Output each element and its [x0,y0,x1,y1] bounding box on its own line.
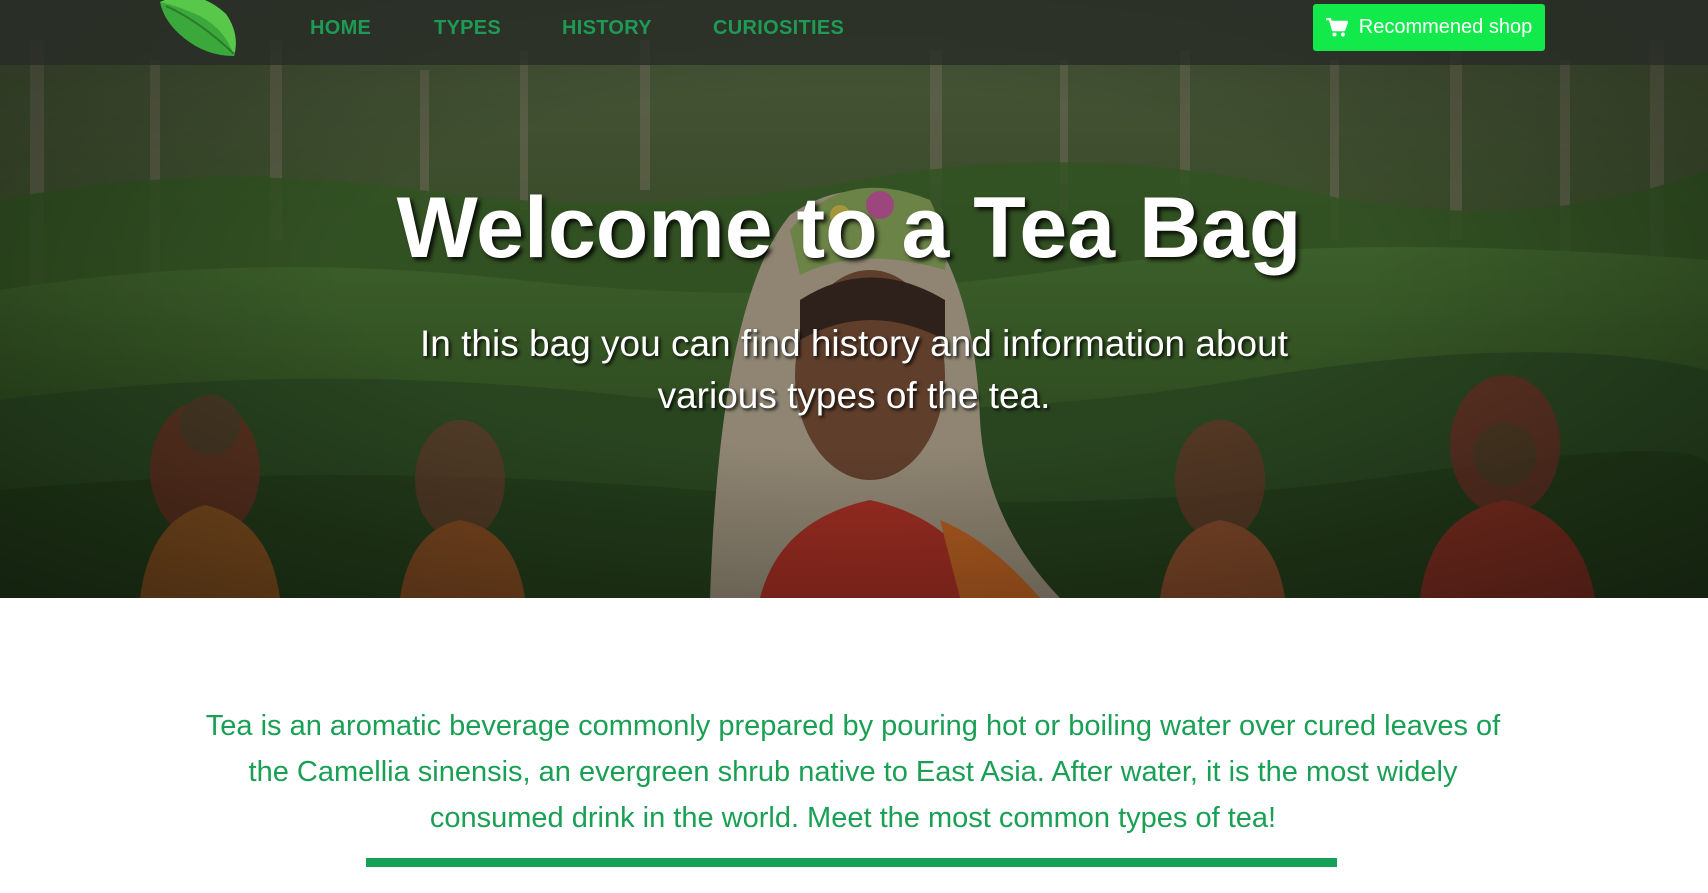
nav-home-link[interactable]: HOME [310,17,371,40]
hero-subtitle: In this bag you can find history and inf… [420,323,1288,416]
section-divider [366,858,1337,867]
nav-history-link[interactable]: HISTORY [562,17,652,40]
page: HOME TYPES HISTORY CURIOSITIES Recommene… [0,0,1708,893]
shopping-cart-icon [1325,17,1348,36]
nav-curiosities-link[interactable]: CURIOSITIES [713,17,844,40]
intro-paragraph: Tea is an aromatic beverage commonly pre… [205,710,1501,834]
recommended-shop-button[interactable]: Recommened shop [1313,4,1545,51]
nav-types-link[interactable]: TYPES [434,17,501,40]
shop-button-label: Recommened shop [1358,16,1533,38]
hero-background-image [0,0,1708,598]
hero-title: Welcome to a Tea Bag [0,178,1708,278]
hero-title-text: Welcome to a Tea Bag [396,180,1302,276]
hero-section: HOME TYPES HISTORY CURIOSITIES Recommene… [0,0,1708,598]
top-navbar: HOME TYPES HISTORY CURIOSITIES Recommene… [0,0,1708,65]
tea-leaf-icon[interactable] [156,0,240,60]
